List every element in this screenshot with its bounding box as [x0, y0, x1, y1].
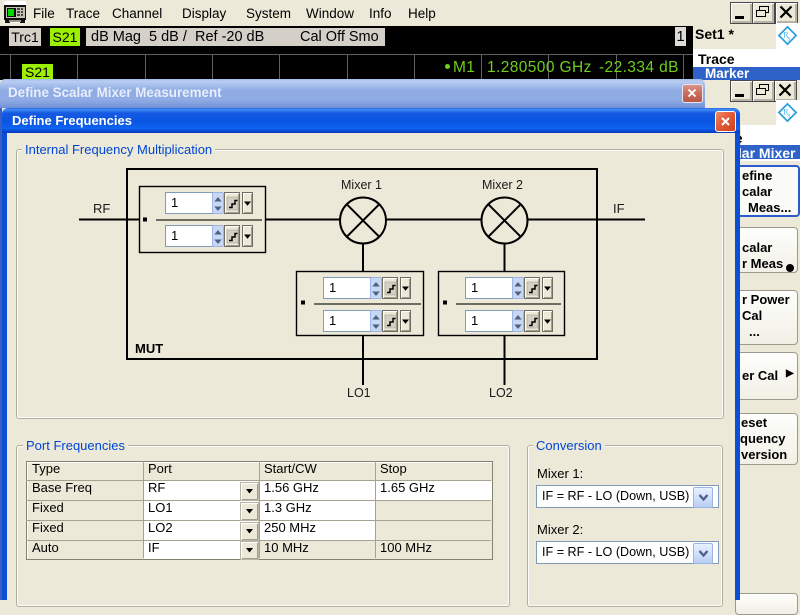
svg-text:s: s	[788, 112, 791, 120]
svg-text:s: s	[788, 35, 791, 43]
